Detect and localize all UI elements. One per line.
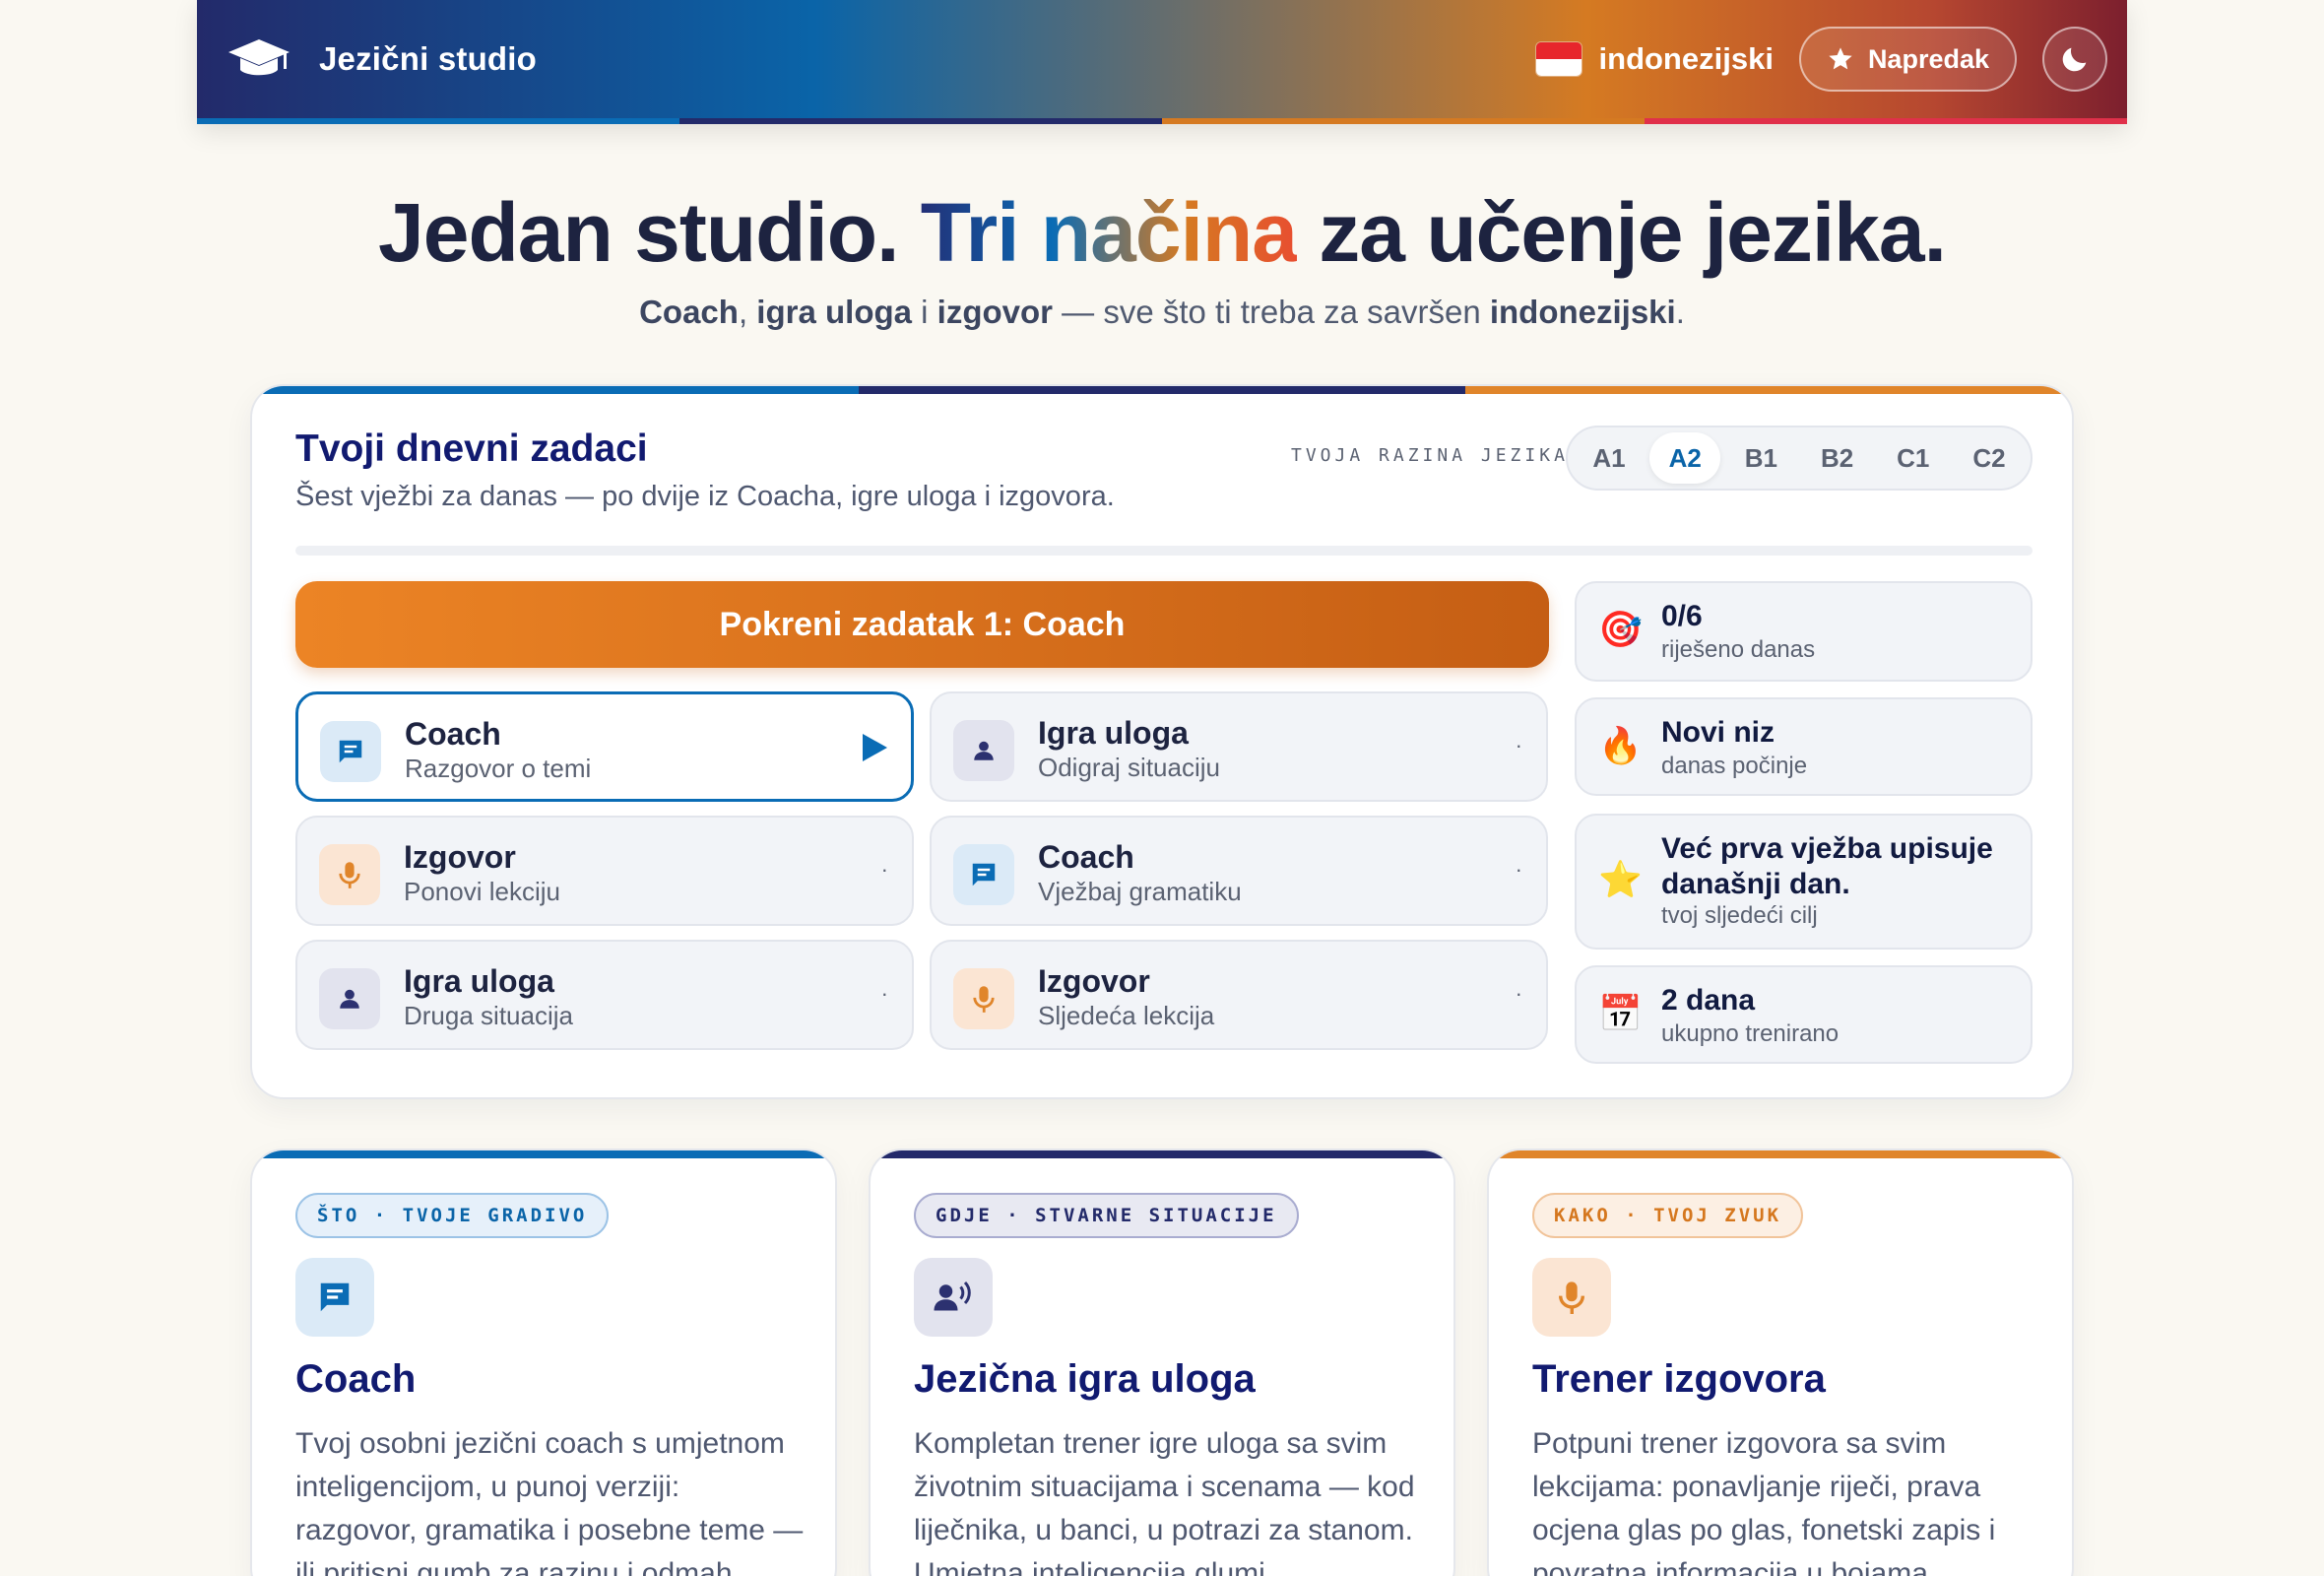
hero-title: Jedan studio. Tri načina za učenje jezik… — [378, 186, 1947, 279]
stat-solved-today: 🎯 0/6 riješeno danas — [1575, 581, 2033, 682]
brand-name: Jezični studio — [319, 40, 538, 77]
task-roleplay-situation[interactable]: Igra uloga Odigraj situaciju · — [930, 691, 1548, 802]
task-subtitle: Razgovor o temi — [405, 754, 592, 783]
person-icon — [953, 720, 1014, 781]
chat-icon — [953, 844, 1014, 905]
stat-total-trained: 📅 2 dana ukupno trenirano — [1575, 965, 2033, 1064]
task-pending-marker: · — [880, 981, 888, 1006]
stat-label: ukupno trenirano — [1661, 1020, 1840, 1047]
task-pronunciation-next[interactable]: Izgovor Sljedeća lekcija · — [930, 940, 1548, 1050]
task-coach-topic[interactable]: Coach Razgovor o temi — [295, 691, 914, 802]
feature-title: Trener izgovora — [1532, 1357, 1826, 1401]
task-subtitle: Druga situacija — [404, 1001, 573, 1030]
task-subtitle: Ponovi lekciju — [404, 877, 560, 906]
daily-progress-bar — [295, 546, 2033, 556]
stat-value: 0/6 — [1661, 600, 1703, 632]
hero-subtitle: Coach, igra uloga i izgovor — sve što ti… — [639, 294, 1685, 330]
feature-tag: KAKO · TVOJ ZVUK — [1532, 1193, 1804, 1238]
task-subtitle: Odigraj situaciju — [1038, 753, 1220, 782]
stat-label: danas počinje — [1661, 753, 1808, 779]
fire-icon: 🔥 — [1598, 725, 1643, 765]
task-pending-marker: · — [1515, 981, 1522, 1006]
level-b2[interactable]: B2 — [1802, 432, 1873, 484]
person-icon — [319, 968, 380, 1029]
level-a1[interactable]: A1 — [1574, 432, 1645, 484]
play-icon — [863, 734, 887, 761]
stat-label: riješeno danas — [1661, 636, 1816, 663]
task-pending-marker: · — [1515, 733, 1522, 757]
chat-icon — [320, 721, 381, 782]
progress-button-label: Napredak — [1867, 43, 1989, 74]
task-title: Coach — [405, 716, 501, 752]
feature-card-pronunciation[interactable]: KAKO · TVOJ ZVUK Trener izgovora Potpuni… — [1487, 1149, 2074, 1576]
task-title: Coach — [1038, 839, 1134, 875]
stat-value: Novi niz — [1661, 716, 1775, 749]
task-title: Izgovor — [404, 839, 516, 875]
card-color-stripe — [252, 386, 2072, 394]
level-b1[interactable]: B1 — [1725, 432, 1796, 484]
task-pending-marker: · — [1515, 857, 1522, 882]
level-c2[interactable]: C2 — [1954, 432, 2025, 484]
brand[interactable]: Jezični studio — [226, 0, 537, 118]
stat-label: tvoj sljedeći cilj — [1661, 902, 1818, 929]
star-icon — [1829, 47, 1852, 70]
feature-description: Kompletan trener igre uloga sa svim živo… — [914, 1427, 1415, 1576]
feature-title: Coach — [295, 1357, 417, 1401]
moon-icon — [2062, 47, 2087, 72]
language-label: indonezijski — [1598, 41, 1774, 76]
top-navbar: Jezični studio indonezijski Napredak — [197, 0, 2127, 124]
card-color-stripe — [871, 1150, 1453, 1158]
task-subtitle: Vježbaj gramatiku — [1038, 877, 1242, 906]
task-roleplay-second[interactable]: Igra uloga Druga situacija · — [295, 940, 914, 1050]
microphone-icon — [1532, 1258, 1611, 1337]
feature-description: Tvoj osobni jezični coach s umjetnom int… — [295, 1427, 804, 1576]
stat-next-goal: ⭐ Već prva vježba upisuje današnji dan. … — [1575, 814, 2033, 950]
level-label: TVOJA RAZINA JEZIKA — [1291, 445, 1569, 466]
task-subtitle: Sljedeća lekcija — [1038, 1001, 1215, 1030]
feature-card-roleplay[interactable]: GDJE · STVARNE SITUACIJE Jezična igra ul… — [869, 1149, 1455, 1576]
target-icon: 🎯 — [1598, 609, 1643, 649]
feature-tag: GDJE · STVARNE SITUACIJE — [914, 1193, 1299, 1238]
stat-streak: 🔥 Novi niz danas počinje — [1575, 697, 2033, 796]
stat-value: 2 dana — [1661, 984, 1756, 1017]
feature-card-coach[interactable]: ŠTO · TVOJE GRADIVO Coach Tvoj osobni je… — [250, 1149, 837, 1576]
calendar-icon: 📅 — [1598, 993, 1643, 1033]
task-pronunciation-lesson[interactable]: Izgovor Ponovi lekciju · — [295, 816, 914, 926]
level-c1[interactable]: C1 — [1878, 432, 1949, 484]
feature-title: Jezična igra uloga — [914, 1357, 1256, 1401]
level-a2[interactable]: A2 — [1649, 432, 1721, 484]
task-title: Igra uloga — [404, 963, 554, 999]
level-selector: A1 A2 B1 B2 C1 C2 — [1566, 426, 2033, 491]
star-icon: ⭐ — [1598, 859, 1643, 899]
task-pending-marker: · — [880, 857, 888, 882]
card-color-stripe — [1489, 1150, 2072, 1158]
speaking-person-icon — [914, 1258, 993, 1337]
microphone-icon — [953, 968, 1014, 1029]
daily-tasks-card: Tvoji dnevni zadaci Šest vježbi za danas… — [250, 384, 2074, 1099]
daily-tasks-title: Tvoji dnevni zadaci — [295, 427, 648, 470]
card-color-stripe — [252, 1150, 835, 1158]
feature-description: Potpuni trener izgovora sa svim lekcijam… — [1532, 1427, 1996, 1576]
feature-tag: ŠTO · TVOJE GRADIVO — [295, 1193, 610, 1238]
task-title: Igra uloga — [1038, 715, 1189, 751]
stat-value: Već prva vježba upisuje današnji dan. — [1661, 832, 1993, 900]
language-selector[interactable]: indonezijski — [1535, 41, 1774, 77]
dark-mode-toggle[interactable] — [2042, 27, 2107, 92]
progress-button[interactable]: Napredak — [1798, 27, 2017, 92]
start-task-button[interactable]: Pokreni zadatak 1: Coach — [295, 581, 1549, 668]
header-color-stripe — [197, 118, 2127, 124]
daily-tasks-description: Šest vježbi za danas — po dvije iz Coach… — [295, 481, 1115, 512]
microphone-icon — [319, 844, 380, 905]
graduation-cap-icon — [228, 39, 290, 76]
indonesia-flag-icon — [1535, 42, 1582, 76]
task-coach-grammar[interactable]: Coach Vježbaj gramatiku · — [930, 816, 1548, 926]
chat-icon — [295, 1258, 374, 1337]
task-title: Izgovor — [1038, 963, 1150, 999]
